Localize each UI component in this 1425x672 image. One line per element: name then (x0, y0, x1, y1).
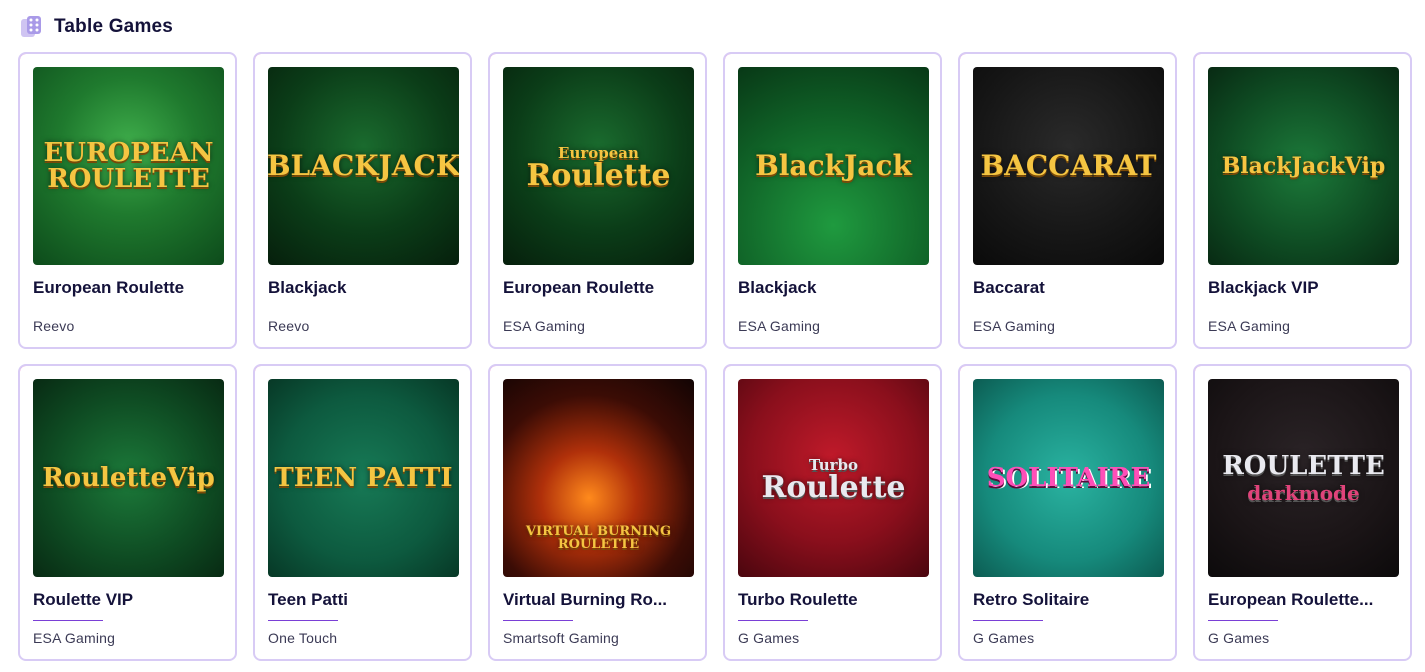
divider (503, 620, 573, 621)
game-thumbnail[interactable]: RouletteVip (33, 379, 224, 577)
game-title[interactable]: European Roulette (503, 278, 698, 298)
divider (33, 620, 103, 621)
game-title[interactable]: Retro Solitaire (973, 590, 1168, 610)
game-logo: ROULETTE darkmode (1216, 453, 1391, 503)
game-logo-main: Roulette (761, 469, 906, 505)
game-title[interactable]: Blackjack (738, 278, 933, 298)
game-thumbnail[interactable]: TEEN PATTI (268, 379, 459, 577)
game-card[interactable]: BACCARAT Baccarat ESA Gaming (958, 52, 1177, 349)
game-title[interactable]: Turbo Roulette (738, 590, 933, 610)
game-thumbnail[interactable]: BlackJack (738, 67, 929, 265)
game-logo: TEEN PATTI (268, 465, 458, 491)
game-provider[interactable]: ESA Gaming (33, 630, 115, 646)
game-card[interactable]: European Roulette European Roulette ESA Gam… (488, 52, 707, 349)
game-title[interactable]: European Roulette... (1208, 590, 1403, 610)
game-title[interactable]: Blackjack (268, 278, 463, 298)
game-thumbnail[interactable]: BlackJackVip (1208, 67, 1399, 265)
game-thumbnail[interactable]: ROULETTE darkmode (1208, 379, 1399, 577)
game-provider[interactable]: ESA Gaming (738, 318, 820, 334)
game-logo-sub: darkmode (1247, 481, 1360, 505)
game-provider[interactable]: ESA Gaming (503, 318, 585, 334)
game-logo: BlackJackVip (1216, 155, 1392, 177)
game-card[interactable]: ROULETTE darkmode European Roulette... G Ga… (1193, 364, 1412, 661)
game-thumbnail[interactable]: BACCARAT (973, 67, 1164, 265)
divider (738, 620, 808, 621)
game-logo: BACCARAT (975, 152, 1163, 180)
game-logo: SOLITAIRE (981, 465, 1157, 491)
game-thumbnail[interactable]: Turbo Roulette (738, 379, 929, 577)
game-card[interactable]: EUROPEAN ROULETTE European Roulette Reevo (18, 52, 237, 349)
game-provider[interactable]: ESA Gaming (1208, 318, 1290, 334)
game-logo-main: Roulette (526, 157, 671, 193)
game-grid: EUROPEAN ROULETTE European Roulette Reevo B… (18, 52, 1415, 661)
game-logo-main: SOLITAIRE (986, 463, 1151, 493)
game-title[interactable]: Baccarat (973, 278, 1168, 298)
game-provider[interactable]: G Games (973, 630, 1034, 646)
game-thumbnail[interactable]: BLACKJACK (268, 67, 459, 265)
game-provider[interactable]: ESA Gaming (973, 318, 1055, 334)
section-header: Table Games (18, 12, 173, 42)
game-logo: VIRTUAL BURNING ROULETTE (503, 405, 694, 551)
game-thumbnail[interactable]: EUROPEAN ROULETTE (33, 67, 224, 265)
game-logo: Turbo Roulette (755, 454, 911, 503)
game-card[interactable]: BlackJackVip Blackjack VIP ESA Gaming (1193, 52, 1412, 349)
game-card[interactable]: VIRTUAL BURNING ROULETTE Virtual Burning … (488, 364, 707, 661)
game-card[interactable]: Turbo Roulette Turbo Roulette G Games (723, 364, 942, 661)
divider (268, 620, 338, 621)
game-logo-main: BLACKJACK (268, 149, 459, 182)
game-title[interactable]: European Roulette (33, 278, 228, 298)
game-provider[interactable]: Reevo (268, 318, 309, 334)
game-logo: BLACKJACK (268, 152, 459, 180)
game-logo-sub: VIRTUAL BURNING ROULETTE (525, 524, 672, 552)
game-logo: European Roulette (520, 142, 676, 191)
game-card[interactable]: BlackJack Blackjack ESA Gaming (723, 52, 942, 349)
game-title[interactable]: Teen Patti (268, 590, 463, 610)
game-title[interactable]: Blackjack VIP (1208, 278, 1403, 298)
game-title[interactable]: Roulette VIP (33, 590, 228, 610)
game-thumbnail[interactable]: VIRTUAL BURNING ROULETTE (503, 379, 694, 577)
game-thumbnail[interactable]: European Roulette (503, 67, 694, 265)
game-logo-main: ROULETTE (1222, 451, 1385, 481)
section-title: Table Games (54, 16, 174, 37)
game-logo-main: TEEN PATTI (274, 463, 453, 493)
game-card[interactable]: SOLITAIRE Retro Solitaire G Games (958, 364, 1177, 661)
game-card[interactable]: TEEN PATTI Teen Patti One Touch (253, 364, 472, 661)
game-provider[interactable]: G Games (1208, 630, 1269, 646)
divider (973, 620, 1043, 621)
game-logo-main: EUROPEAN ROULETTE (43, 138, 214, 194)
game-logo: EUROPEAN ROULETTE (33, 140, 224, 192)
game-card[interactable]: RouletteVip Roulette VIP ESA Gaming (18, 364, 237, 661)
game-provider[interactable]: Smartsoft Gaming (503, 630, 619, 646)
game-provider[interactable]: One Touch (268, 630, 337, 646)
game-logo-main: BlackJackVip (1221, 153, 1386, 179)
game-thumbnail[interactable]: SOLITAIRE (973, 379, 1164, 577)
game-logo-main: BACCARAT (980, 149, 1157, 182)
dice-icon (21, 16, 41, 37)
divider (1208, 620, 1278, 621)
game-provider[interactable]: G Games (738, 630, 799, 646)
game-logo: RouletteVip (36, 465, 221, 491)
game-title[interactable]: Virtual Burning Ro... (503, 590, 698, 610)
game-card[interactable]: BLACKJACK Blackjack Reevo (253, 52, 472, 349)
game-logo-main: BlackJack (755, 149, 912, 182)
game-logo-main: RouletteVip (42, 463, 215, 493)
game-provider[interactable]: Reevo (33, 318, 74, 334)
game-logo: BlackJack (749, 152, 918, 180)
